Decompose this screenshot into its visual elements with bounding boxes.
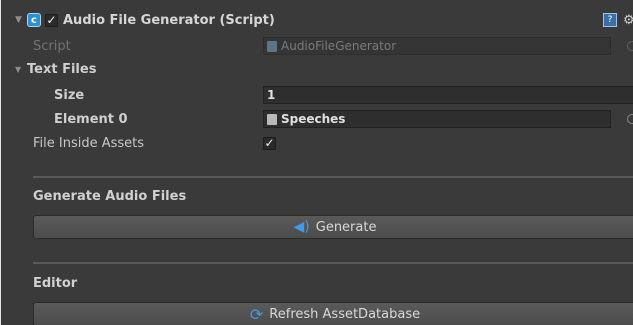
element-0-label: Element 0 [54,111,128,127]
component-enabled-checkbox[interactable]: ✓ [45,13,58,27]
gear-icon[interactable]: ⚙ [623,13,633,28]
file-inside-assets-label: File Inside Assets [33,135,145,151]
text-files-label: Text Files [27,61,97,77]
text-files-row[interactable]: ▼ Text Files [1,58,633,80]
file-inside-assets-row: File Inside Assets ✓ [1,132,633,154]
foldout-arrow-icon[interactable]: ▼ [15,15,27,25]
refresh-icon: ⟳ [249,304,264,324]
foldout-arrow-icon[interactable]: ▼ [15,65,27,74]
element-0-field[interactable]: Speeches [263,110,611,128]
text-asset-icon [267,113,277,125]
generate-section-title: Generate Audio Files [33,188,187,204]
speaker-icon: ◀) [293,219,310,235]
size-input[interactable]: 1 [263,86,633,104]
divider [33,262,633,264]
size-row: Size 1 [1,84,633,106]
file-inside-assets-checkbox[interactable]: ✓ [263,136,276,150]
editor-section-header: Editor [1,272,633,294]
size-label: Size [54,87,85,103]
divider [33,176,633,178]
element-0-row: Element 0 Speeches [1,108,633,130]
generate-section-header: Generate Audio Files [1,185,633,207]
refresh-button-label: Refresh AssetDatabase [269,306,421,322]
header-actions: ? ⚙ [603,8,633,32]
inspector-panel: ▼ c ✓ Audio File Generator (Script) ? ⚙ … [0,0,633,325]
script-icon: c [27,13,41,27]
script-label: Script [33,38,71,54]
refresh-asset-database-button[interactable]: ⟳ Refresh AssetDatabase [33,302,633,325]
element-0-value: Speeches [281,112,346,126]
object-picker-icon[interactable] [627,114,633,124]
script-field[interactable]: AudioFileGenerator [263,37,611,55]
help-book-icon[interactable]: ? [603,13,617,27]
component-header: ▼ c ✓ Audio File Generator (Script) ? ⚙ [15,8,633,32]
script-file-icon [267,40,277,52]
script-value: AudioFileGenerator [281,39,397,53]
size-value: 1 [267,88,276,102]
script-row: Script AudioFileGenerator [1,35,633,57]
object-picker-icon[interactable] [627,41,633,51]
component-title: Audio File Generator (Script) [63,12,275,28]
generate-button-label: Generate [315,219,377,235]
editor-section-title: Editor [33,275,78,291]
generate-button[interactable]: ◀) Generate [33,215,633,239]
